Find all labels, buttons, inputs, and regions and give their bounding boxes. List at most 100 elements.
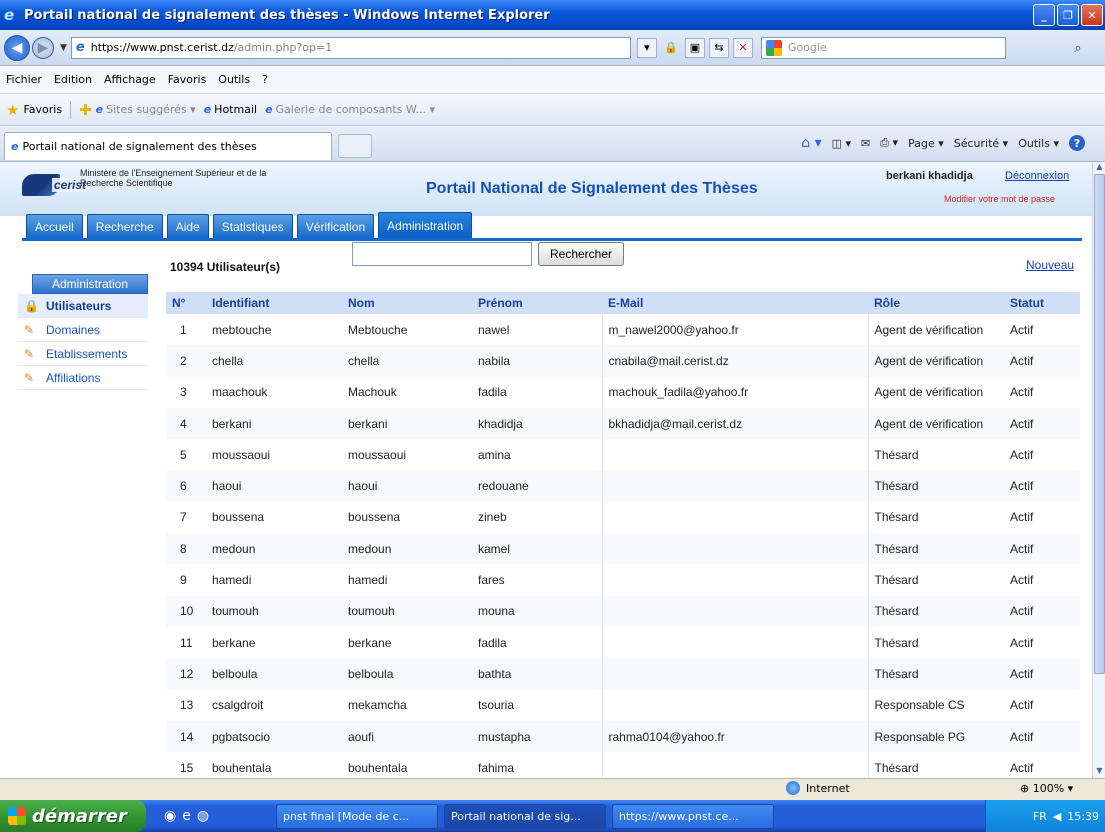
url-dropdown-icon[interactable]: ▾ (636, 37, 657, 58)
cell-identifiant: csalgdroit (212, 698, 264, 713)
new-tab-button[interactable] (338, 134, 372, 158)
cerist-logo[interactable]: cerist (22, 174, 89, 196)
sidebar-item-utilisateurs[interactable]: 🔒 Utilisateurs (18, 294, 148, 318)
language-indicator[interactable]: FR (1033, 810, 1047, 823)
scroll-up-icon[interactable]: ▲ (1093, 162, 1105, 174)
desktop-icon[interactable]: ◉ (164, 808, 176, 824)
table-row[interactable]: 10 toumouh toumouh mouna Thésard Actif (166, 595, 1080, 627)
menu-fichier[interactable]: Fichier (6, 73, 42, 86)
close-button[interactable]: ✕ (1081, 4, 1103, 26)
search-input[interactable]: Google (760, 36, 1006, 59)
browser-tab[interactable]: e Portail national de signalement des th… (4, 132, 332, 160)
cell-prenom: bathta (472, 658, 602, 690)
column-header[interactable]: Identifiant (206, 292, 342, 314)
add-favorite-icon[interactable]: ✚ (79, 101, 92, 119)
nav-statistiques[interactable]: Statistiques (212, 214, 293, 238)
cell-number: 8 (166, 533, 206, 565)
security-zone[interactable]: Internet (786, 781, 850, 795)
nav-accueil[interactable]: Accueil (26, 214, 83, 238)
table-row[interactable]: 9 hamedi hamedi fares Thésard Actif (166, 564, 1080, 596)
start-button[interactable]: démarrer (0, 800, 146, 832)
security-menu[interactable]: Sécurité ▾ (954, 137, 1008, 150)
table-row[interactable]: 1 mebtouche Mebtouche nawel m_nawel2000@yaho… (166, 314, 1080, 346)
fav-web-slice-gallery[interactable]: e Galerie de composants W... ▾ (265, 103, 435, 116)
column-header[interactable]: Statut (1004, 292, 1080, 314)
taskbar-item-pnst-url[interactable]: https://www.pnst.ce... (612, 804, 774, 829)
nav-verification[interactable]: Vérification (296, 214, 375, 238)
menu-favoris[interactable]: Favoris (168, 73, 207, 86)
firefox-icon[interactable]: ◍ (197, 808, 209, 824)
fav-hotmail[interactable]: e Hotmail (204, 103, 257, 116)
taskbar-item-pnst-final[interactable]: pnst final [Mode de c... (276, 804, 438, 829)
table-row[interactable]: 11 berkane berkane fadila Thésard Actif (166, 626, 1080, 659)
home-icon[interactable]: ⌂ ▾ (801, 135, 821, 151)
table-row[interactable]: 8 medoun medoun kamel Thésard Actif (166, 533, 1080, 565)
nav-aide[interactable]: Aide (166, 214, 209, 238)
cell-role: Thésard (868, 595, 1004, 627)
url-input[interactable]: e https://www.pnst.cerist.dz/admin.php?o… (70, 36, 631, 59)
cell-statut: Actif (1004, 595, 1080, 627)
lock-icon[interactable]: 🔒 (661, 38, 681, 58)
sidebar-item-affiliations[interactable]: ✎ Affiliations (18, 366, 148, 390)
favorites-divider (70, 100, 72, 119)
compatibility-icon[interactable]: ▣ (684, 37, 705, 58)
page-scrollbar[interactable]: ▲ ▼ (1092, 162, 1105, 778)
fav-suggested-sites[interactable]: e Sites suggérés ▾ (96, 103, 196, 116)
tray-icon[interactable]: ◀ (1053, 810, 1061, 823)
ie-quicklaunch-icon[interactable]: e (182, 808, 191, 824)
column-header[interactable]: Nom (342, 292, 472, 314)
tools-menu[interactable]: Outils ▾ (1018, 137, 1059, 150)
table-row[interactable]: 5 moussaoui moussaoui amina Thésard Actif (166, 439, 1080, 471)
column-header[interactable]: N° (166, 292, 206, 314)
print-icon[interactable]: ⎙ ▾ (880, 136, 898, 150)
table-row[interactable]: 6 haoui haoui redouane Thésard Actif (166, 470, 1080, 502)
table-row[interactable]: 4 berkani berkani khadidja bkhadidja@mail.ce… (166, 407, 1080, 440)
sidebar-item-etablissements[interactable]: ✎ Etablissements (18, 342, 148, 366)
menu-help[interactable]: ? (262, 73, 268, 86)
back-button[interactable]: ◀ (4, 34, 30, 61)
minimize-button[interactable]: _ (1033, 4, 1055, 26)
table-row[interactable]: 2 chella chella nabila cnabila@mail.cerist.d… (166, 345, 1080, 377)
page-menu[interactable]: Page ▾ (908, 137, 944, 150)
menu-affichage[interactable]: Affichage (104, 73, 156, 86)
new-user-link[interactable]: Nouveau (1026, 258, 1074, 272)
scrollbar-thumb[interactable] (1094, 174, 1105, 674)
search-button[interactable]: Rechercher (538, 242, 624, 266)
taskbar-item-portail[interactable]: Portail national de sig... (444, 804, 606, 829)
table-row[interactable]: 13 csalgdroit mekamcha tsouria Responsable C… (166, 689, 1080, 721)
mail-icon[interactable]: ✉ (861, 137, 870, 150)
menu-edition[interactable]: Edition (54, 73, 92, 86)
cell-number: 5 (180, 447, 187, 462)
table-row[interactable]: 7 boussena boussena zineb Thésard Actif (166, 501, 1080, 534)
users-table: N° Identifiant Nom Prénom E-Mail Rôle St… (166, 292, 1080, 778)
user-search-input[interactable] (352, 242, 532, 266)
menu-outils[interactable]: Outils (218, 73, 250, 86)
maximize-button[interactable]: ❐ (1057, 4, 1079, 26)
help-icon[interactable]: ? (1069, 135, 1085, 151)
cell-nom: belboula (342, 658, 472, 690)
favorites-star-icon[interactable]: ★ (6, 101, 19, 119)
nav-recherche[interactable]: Recherche (86, 214, 163, 238)
search-icon[interactable]: ⌕ (1067, 37, 1089, 59)
column-header[interactable]: E-Mail (602, 292, 868, 314)
stop-icon[interactable]: ✕ (732, 37, 753, 58)
table-row[interactable]: 3 maachouk Machouk fadila machouk_fadila@yah… (166, 376, 1080, 408)
scroll-down-icon[interactable]: ▼ (1093, 766, 1105, 778)
column-header[interactable]: Rôle (868, 292, 1004, 314)
table-row[interactable]: 14 pgbatsocio aoufi mustapha rahma0104@yahoo… (166, 720, 1080, 753)
forward-button[interactable]: ▶ (32, 36, 54, 59)
favorites-button[interactable]: Favoris (23, 103, 62, 116)
refresh-icon[interactable]: ⇆ (708, 37, 729, 58)
cell-email (601, 658, 869, 690)
change-password-link[interactable]: Modifier votre mot de passe (944, 194, 1055, 204)
nav-administration[interactable]: Administration (378, 212, 473, 238)
feeds-icon[interactable]: ◫ ▾ (832, 137, 851, 150)
ie-icon: e (11, 140, 19, 153)
history-dropdown-icon[interactable]: ▼ (60, 43, 67, 53)
table-row[interactable]: 12 belboula belboula bathta Thésard Actif (166, 658, 1080, 690)
sidebar-item-domaines[interactable]: ✎ Domaines (18, 318, 148, 342)
logout-link[interactable]: Déconnexion (1005, 170, 1069, 182)
column-header[interactable]: Prénom (472, 292, 602, 314)
table-row[interactable]: 15 bouhentala bouhentala fahima Thésard Actif (166, 752, 1080, 778)
zoom-level[interactable]: ⊕ 100% ▾ (1020, 782, 1073, 795)
